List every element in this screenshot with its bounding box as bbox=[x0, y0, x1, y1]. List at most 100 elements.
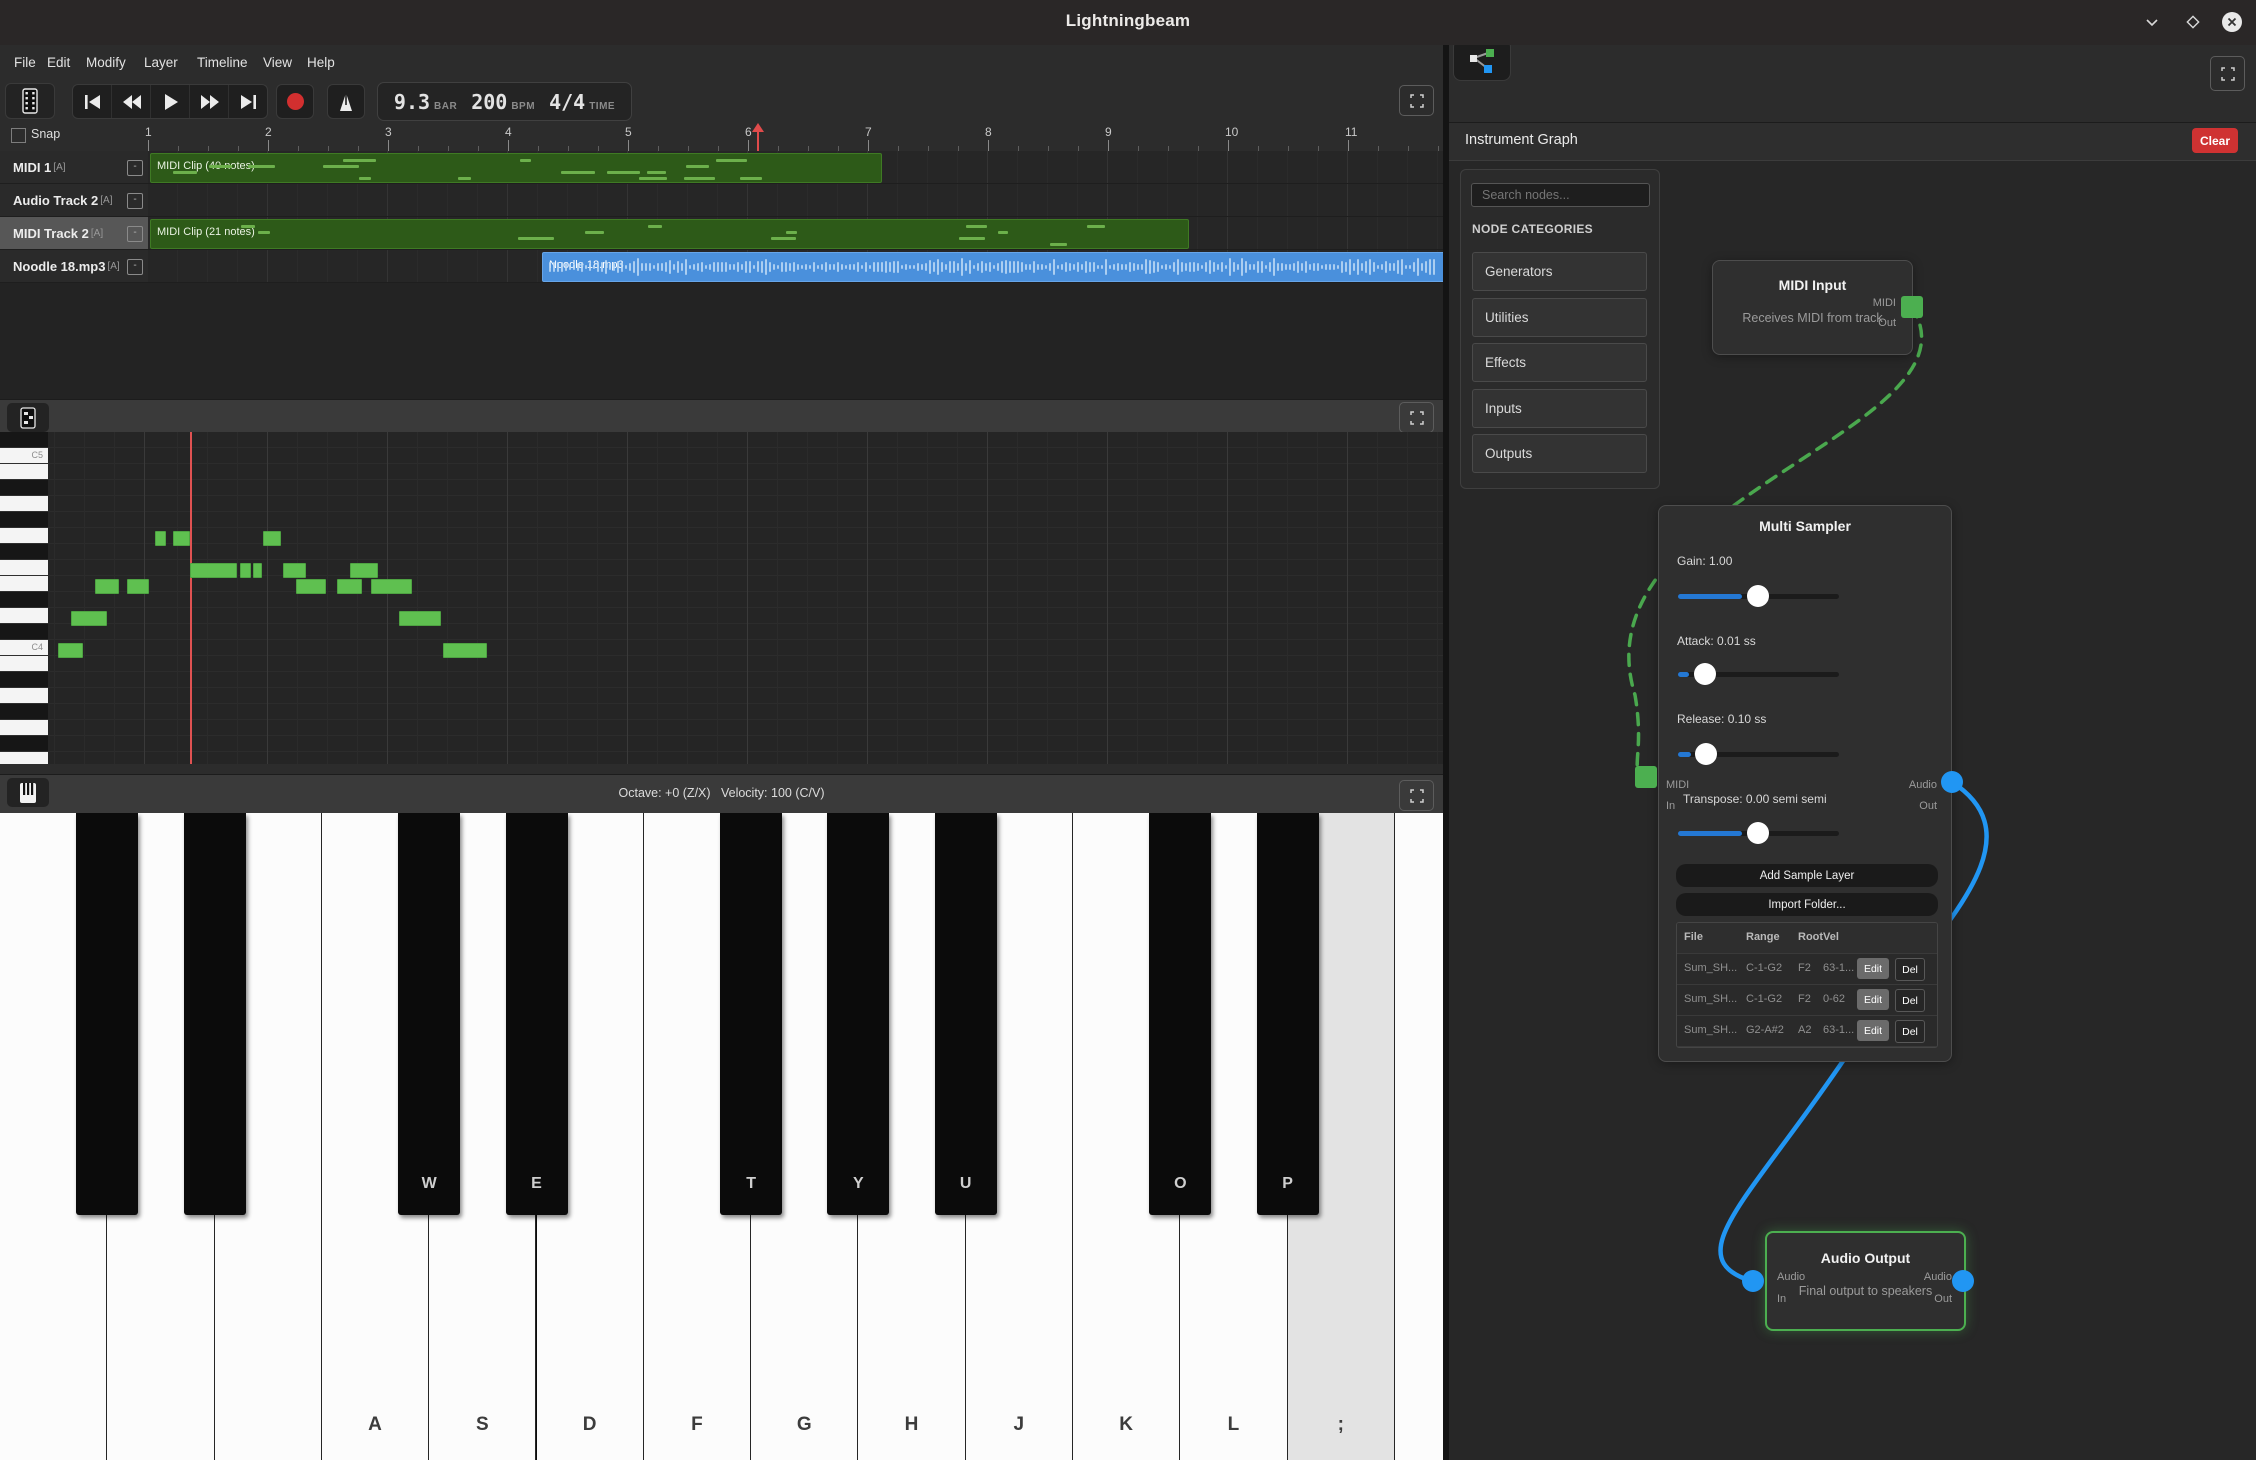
black-key-9[interactable]: U bbox=[935, 813, 997, 1215]
menu-modify[interactable]: Modify bbox=[86, 55, 126, 70]
black-key-7[interactable]: T bbox=[720, 813, 782, 1215]
slider-handle[interactable] bbox=[1694, 663, 1716, 685]
snap-checkbox[interactable] bbox=[11, 128, 26, 143]
mini-key-A#3[interactable] bbox=[0, 672, 48, 688]
midi-note[interactable] bbox=[296, 579, 326, 594]
mini-key-F3[interactable] bbox=[0, 752, 48, 764]
delete-sample-button[interactable]: Del bbox=[1895, 989, 1925, 1012]
menu-help[interactable]: Help bbox=[307, 55, 335, 70]
mini-key-F#4[interactable] bbox=[0, 544, 48, 560]
rewind-button[interactable] bbox=[112, 85, 151, 118]
midi-note[interactable] bbox=[253, 563, 262, 578]
category-generators[interactable]: Generators bbox=[1472, 252, 1647, 291]
category-utilities[interactable]: Utilities bbox=[1472, 298, 1647, 337]
film-timeline-icon[interactable] bbox=[5, 83, 55, 119]
midi-note[interactable] bbox=[399, 611, 441, 626]
edit-sample-button[interactable]: Edit bbox=[1857, 1020, 1889, 1041]
edit-sample-button[interactable]: Edit bbox=[1857, 958, 1889, 979]
midi-note[interactable] bbox=[371, 579, 412, 594]
midi-note[interactable] bbox=[443, 643, 487, 658]
import-folder-button[interactable]: Import Folder... bbox=[1676, 893, 1938, 916]
audio-output-node[interactable]: Audio Output Final output to speakers Au… bbox=[1765, 1231, 1966, 1331]
mini-key-B3[interactable] bbox=[0, 656, 48, 672]
black-key-4[interactable]: W bbox=[398, 813, 460, 1215]
timeline-ruler[interactable]: Snap 1234567891011 bbox=[0, 122, 1443, 152]
mini-key-C4[interactable]: C4 bbox=[0, 640, 48, 656]
mini-key-F#3[interactable] bbox=[0, 736, 48, 752]
attack-slider[interactable] bbox=[1678, 672, 1839, 677]
black-key-1[interactable] bbox=[76, 813, 138, 1215]
mini-key-G#3[interactable] bbox=[0, 704, 48, 720]
slider-handle[interactable] bbox=[1695, 743, 1717, 765]
close-icon[interactable] bbox=[2219, 9, 2245, 35]
midi-note[interactable] bbox=[58, 643, 83, 658]
slider-handle[interactable] bbox=[1747, 585, 1769, 607]
menu-layer[interactable]: Layer bbox=[144, 55, 178, 70]
mini-key-C#4[interactable] bbox=[0, 624, 48, 640]
midi-note[interactable] bbox=[350, 563, 378, 578]
mini-key-A3[interactable] bbox=[0, 688, 48, 704]
track-mute-toggle[interactable]: - bbox=[127, 226, 143, 242]
mini-key-A4[interactable] bbox=[0, 496, 48, 512]
mini-key-G3[interactable] bbox=[0, 720, 48, 736]
track-mute-toggle[interactable]: - bbox=[127, 193, 143, 209]
gain-slider[interactable] bbox=[1678, 594, 1839, 599]
mini-key-D#4[interactable] bbox=[0, 592, 48, 608]
sampler-midi-in-port[interactable] bbox=[1635, 766, 1657, 788]
clip-audio[interactable]: Noodle 18.mp3 bbox=[542, 252, 1445, 282]
menu-edit[interactable]: Edit bbox=[47, 55, 70, 70]
mini-key-C#5[interactable] bbox=[0, 432, 48, 448]
track-header-noodle-18-mp3[interactable]: Noodle 18.mp3[A]- bbox=[0, 250, 148, 282]
menu-file[interactable]: File bbox=[14, 55, 36, 70]
mini-key-A#4[interactable] bbox=[0, 480, 48, 496]
category-outputs[interactable]: Outputs bbox=[1472, 434, 1647, 473]
add-sample-layer-button[interactable]: Add Sample Layer bbox=[1676, 864, 1938, 887]
track-mute-toggle[interactable]: - bbox=[127, 259, 143, 275]
metronome-button[interactable] bbox=[327, 84, 365, 119]
menu-timeline[interactable]: Timeline bbox=[197, 55, 248, 70]
category-inputs[interactable]: Inputs bbox=[1472, 389, 1647, 428]
mini-key-C5[interactable]: C5 bbox=[0, 448, 48, 464]
output-audio-in-port[interactable] bbox=[1742, 1270, 1764, 1292]
midi-note[interactable] bbox=[71, 611, 107, 626]
midi-note[interactable] bbox=[155, 531, 166, 546]
clip-midi[interactable]: MIDI Clip (21 notes) bbox=[150, 219, 1189, 249]
midi-note[interactable] bbox=[240, 563, 251, 578]
record-button[interactable] bbox=[276, 84, 314, 119]
black-key-5[interactable]: E bbox=[506, 813, 568, 1215]
midi-out-port[interactable] bbox=[1901, 296, 1923, 318]
black-key-8[interactable]: Y bbox=[827, 813, 889, 1215]
midi-note[interactable] bbox=[263, 531, 281, 546]
transpose-slider[interactable] bbox=[1678, 831, 1839, 836]
track-header-midi-track-2[interactable]: MIDI Track 2[A]- bbox=[0, 217, 148, 249]
track-area-empty[interactable] bbox=[0, 283, 1443, 399]
track-mute-toggle[interactable]: - bbox=[127, 160, 143, 176]
piano-roll-playhead[interactable] bbox=[190, 432, 192, 764]
search-input[interactable] bbox=[1471, 183, 1650, 207]
mini-key-D4[interactable] bbox=[0, 608, 48, 624]
piano-roll[interactable]: C5 C4 bbox=[0, 432, 1443, 764]
clip-midi[interactable]: MIDI Clip (40 notes) bbox=[150, 153, 882, 183]
maximize-icon[interactable] bbox=[2180, 9, 2206, 35]
category-effects[interactable]: Effects bbox=[1472, 343, 1647, 382]
mini-key-G4[interactable] bbox=[0, 528, 48, 544]
tempo-display[interactable]: 9.3BAR 200BPM 4/4TIME bbox=[377, 82, 632, 121]
mini-key-E4[interactable] bbox=[0, 576, 48, 592]
mini-key-B4[interactable] bbox=[0, 464, 48, 480]
keyboard-fullscreen-button[interactable] bbox=[1399, 780, 1434, 811]
black-key-2[interactable] bbox=[184, 813, 246, 1215]
fast-forward-button[interactable] bbox=[190, 85, 229, 118]
track-header-midi-1[interactable]: MIDI 1[A]- bbox=[0, 151, 148, 183]
timeline-fullscreen-button[interactable] bbox=[1399, 85, 1434, 116]
release-slider[interactable] bbox=[1678, 752, 1839, 757]
white-key-13[interactable] bbox=[1395, 813, 1443, 1460]
black-key-11[interactable]: O bbox=[1149, 813, 1211, 1215]
edit-sample-button[interactable]: Edit bbox=[1857, 989, 1889, 1010]
sampler-audio-out-port[interactable] bbox=[1941, 771, 1963, 793]
piano-roll-fullscreen-button[interactable] bbox=[1399, 402, 1434, 433]
multi-sampler-node[interactable]: Multi Sampler Gain: 1.00 Attack: 0.01 ss… bbox=[1658, 505, 1952, 1062]
midi-note[interactable] bbox=[127, 579, 149, 594]
play-button[interactable] bbox=[151, 85, 190, 118]
midi-input-node[interactable]: MIDI Input Receives MIDI from track MIDI… bbox=[1712, 260, 1913, 355]
skip-start-button[interactable] bbox=[73, 85, 112, 118]
